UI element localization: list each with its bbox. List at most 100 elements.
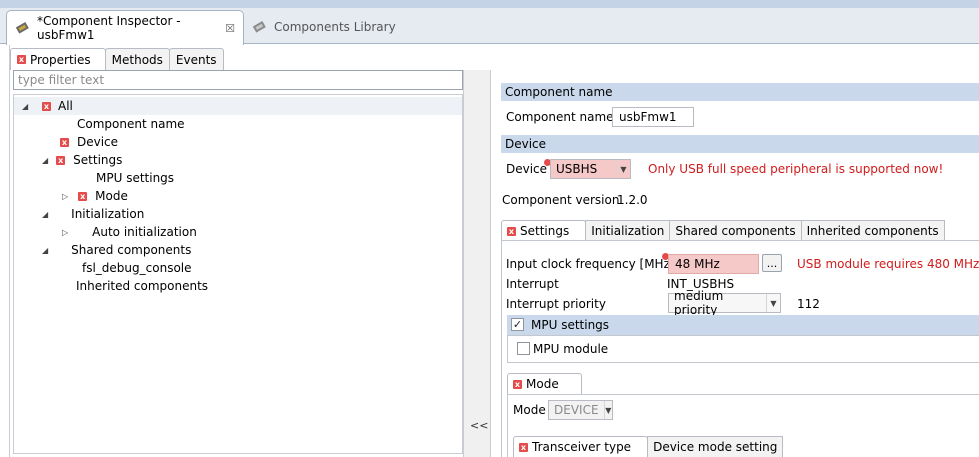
tree-item-label: Device [77,135,119,149]
component-version-label: Component version [502,193,620,207]
tab-label: Methods [111,52,163,67]
mpu-module-label: MPU module [533,342,609,356]
collapse-panel-button[interactable]: << [470,419,488,432]
tree-item-auto-initialization[interactable]: ▷ Auto initialization [62,223,197,241]
section-header-device: Device [501,135,979,153]
tree-item-settings[interactable]: ◢ x Settings [42,151,122,169]
tab-shared-components[interactable]: Shared components [669,220,802,241]
filter-input[interactable] [13,70,463,90]
mode-tab-strip: x Mode [507,373,582,394]
tree-item-mode[interactable]: ▷ x Mode [62,187,128,205]
collapsed-arrow-icon[interactable]: ▷ [62,192,68,201]
tree-item-label: MPU settings [96,171,175,185]
tree-item-all[interactable]: ◢ x All [14,97,462,115]
mode-subtabs: x Transceiver type Device mode setting [513,436,784,457]
browse-button[interactable]: ... [762,254,782,272]
tab-label: Mode [526,377,559,391]
device-value: USBHS [556,162,598,176]
tree-item-shared-components[interactable]: ◢ Shared components [42,241,191,259]
component-name-label: Component name [506,110,614,124]
mode-label: Mode [513,403,546,417]
tree-item-component-name[interactable]: Component name [77,115,185,133]
input-clock-label: Input clock frequency [MHz] [506,257,675,271]
device-select[interactable]: USBHS ▼ [550,159,631,179]
device-error-message: Only USB full speed peripheral is suppor… [648,162,944,176]
tab-inherited-components[interactable]: Inherited components [800,220,945,241]
error-icon: x [513,379,522,389]
tree-item-device[interactable]: x Device [60,133,118,151]
mode-select[interactable]: DEVICE ▼ [548,400,613,420]
error-icon: x [519,442,528,452]
tab-settings[interactable]: x Settings [501,220,587,241]
mode-value: DEVICE [554,403,599,417]
component-version-value: 1.2.0 [617,193,648,207]
error-icon: x [507,226,516,236]
tree-item-label: Initialization [71,207,145,221]
properties-panel: x Properties Methods Events ◢ x All Compo… [9,45,464,457]
tab-label: Device mode setting [653,440,778,454]
tree-item-label: Auto initialization [92,225,197,239]
interrupt-label: Interrupt [506,277,559,291]
tab-properties[interactable]: x Properties [10,48,106,70]
tab-device-mode-setting[interactable]: Device mode setting [647,436,784,457]
tab-mode[interactable]: x Mode [507,373,582,394]
interrupt-priority-number: 112 [797,297,820,311]
tab-methods[interactable]: Methods [104,48,170,70]
panel-splitter[interactable]: << [463,70,491,457]
tree-item-inherited-components[interactable]: Inherited components [76,277,208,295]
tab-events[interactable]: Events [168,48,224,70]
collapsed-arrow-icon[interactable]: ▷ [62,228,68,237]
error-icon: x [17,55,26,64]
input-clock-error-message: USB module requires 480 MHz [797,257,979,271]
settings-tabs: x Settings Initialization Shared componen… [501,220,945,241]
tab-label: Components Library [274,20,396,34]
error-icon: x [56,155,66,165]
library-icon [252,20,268,34]
error-icon: x [78,191,88,201]
tree-item-label: fsl_debug_console [82,261,192,275]
error-icon: x [42,101,51,111]
component-icon [15,21,31,35]
mpu-settings-checkbox[interactable]: ✓ [511,318,524,331]
section-header-component-name: Component name [501,83,979,101]
tab-component-inspector[interactable]: *Component Inspector - usbFmw1 ☒ [6,10,244,45]
chevron-down-icon: ▼ [766,294,780,312]
close-tab-icon[interactable]: ☒ [225,22,235,35]
tree-item-label: Mode [95,189,128,203]
expanded-arrow-icon[interactable]: ◢ [42,156,48,165]
tab-label: Properties [30,52,91,67]
expanded-arrow-icon[interactable]: ◢ [42,210,48,219]
tree-item-mpu-settings[interactable]: MPU settings [96,169,174,187]
expanded-arrow-icon[interactable]: ◢ [42,246,48,255]
tree-item-label: Component name [77,117,185,131]
tab-label: *Component Inspector - usbFmw1 [37,14,181,42]
tab-label: Events [175,52,217,67]
interrupt-priority-value: medium priority [674,289,724,317]
window-top-strip [0,0,979,8]
mpu-settings-header: MPU settings [507,315,979,335]
view-tabs: x Properties Methods Events [10,48,224,70]
input-clock-field[interactable]: 48 MHz [668,254,759,274]
tree-item-label: Inherited components [76,279,209,293]
tree-item-fsl-debug-console[interactable]: fsl_debug_console [82,259,192,277]
chevron-down-icon: ▼ [616,160,630,178]
tree-item-label: Settings [73,153,123,167]
component-name-field[interactable]: usbFmw1 [612,107,694,127]
tab-components-library[interactable]: Components Library [244,10,404,44]
tab-label: Inherited components [806,224,939,238]
tree-item-label: Shared components [71,243,192,257]
mpu-module-checkbox[interactable] [517,342,530,355]
interrupt-priority-select[interactable]: medium priority ▼ [668,289,781,317]
tab-label: Settings [520,224,570,238]
tree-item-initialization[interactable]: ◢ Initialization [42,205,144,223]
interrupt-priority-label: Interrupt priority [506,297,606,311]
expanded-arrow-icon[interactable]: ◢ [22,102,28,111]
tab-label: Initialization [591,224,665,238]
tab-initialization[interactable]: Initialization [585,220,671,241]
property-tree: ◢ x All Component name x Device ◢ x Setting… [13,94,463,454]
tab-transceiver-type[interactable]: x Transceiver type [513,436,649,457]
tree-item-label: All [58,99,73,113]
error-icon: x [60,137,69,147]
tab-label: Transceiver type [532,440,632,454]
chevron-down-icon: ▼ [603,401,612,419]
